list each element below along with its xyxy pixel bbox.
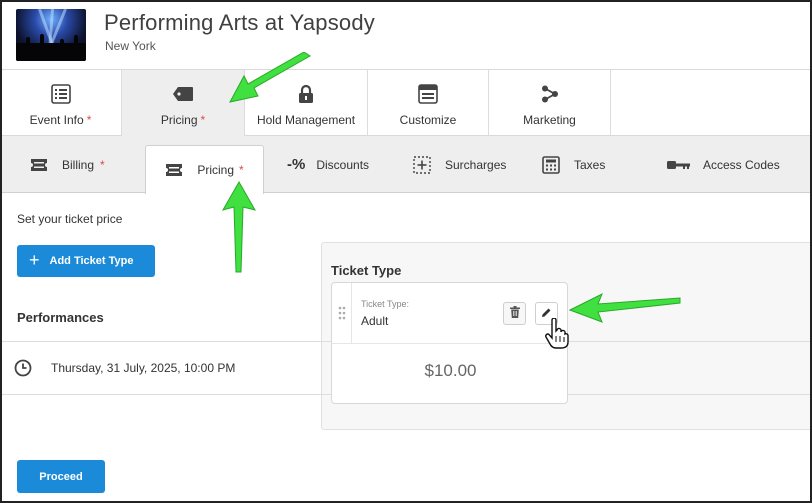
- performance-date: Thursday, 31 July, 2025, 10:00 PM: [51, 361, 236, 375]
- tab-hold-management-label: Hold Management: [256, 113, 356, 127]
- event-location: New York: [105, 39, 156, 53]
- subtab-access-codes[interactable]: Access Codes: [667, 136, 780, 193]
- ticket-icon: [30, 158, 48, 172]
- plus-icon: +: [29, 250, 40, 270]
- tab-customize-label: Customize: [399, 113, 457, 127]
- pricing-sub-tab-bar: Billing * Pricing * -% Discounts Surcharge…: [0, 136, 812, 194]
- list-icon: [50, 83, 71, 105]
- share-icon: [540, 83, 560, 105]
- add-ticket-type-label: Add Ticket Type: [49, 255, 134, 267]
- delete-ticket-button[interactable]: [503, 302, 526, 325]
- subtab-taxes[interactable]: Taxes: [542, 136, 605, 193]
- subtab-billing[interactable]: Billing *: [30, 136, 105, 193]
- calculator-icon: [542, 155, 560, 174]
- event-header: Performing Arts at Yapsody New York: [0, 0, 812, 70]
- tab-marketing[interactable]: Marketing: [489, 70, 611, 136]
- proceed-button[interactable]: Proceed: [17, 460, 105, 493]
- divider: [332, 343, 567, 344]
- tab-event-info[interactable]: Event Info *: [0, 70, 122, 136]
- add-ticket-type-button[interactable]: + Add Ticket Type: [17, 245, 155, 277]
- ticket-type-label: Ticket Type:: [361, 299, 410, 309]
- main-tab-bar: Event Info * Pricing * Hold Management Cus…: [0, 70, 812, 136]
- tab-marketing-label: Marketing: [523, 113, 576, 127]
- subtab-surcharges[interactable]: Surcharges: [413, 136, 506, 193]
- browser-window-icon: [418, 83, 438, 105]
- hand-cursor-icon: [545, 318, 569, 349]
- subtab-pricing-label: Pricing *: [197, 163, 244, 177]
- event-thumbnail-image: [16, 9, 86, 61]
- clock-icon: [14, 359, 32, 382]
- subtab-billing-label: Billing *: [62, 157, 105, 172]
- percent-icon: -%: [287, 156, 306, 173]
- tab-pricing-label: Pricing *: [160, 113, 206, 127]
- performances-heading: Performances: [17, 310, 104, 325]
- ticket-price: $10.00: [424, 361, 477, 380]
- subtab-discounts[interactable]: -% Discounts: [287, 136, 369, 193]
- ticket-type-card: Ticket Type: Adult $10.00: [331, 282, 568, 404]
- key-icon: [667, 159, 691, 171]
- price-tag-icon: [172, 83, 194, 105]
- annotation-arrow-icon: [568, 292, 681, 323]
- drag-handle-icon[interactable]: [332, 283, 352, 343]
- ticket-icon: [165, 163, 183, 177]
- annotation-arrow-icon: [221, 180, 257, 273]
- trash-icon: [509, 305, 520, 323]
- ticket-type-heading: Ticket Type: [331, 263, 402, 278]
- subtab-discounts-label: Discounts: [316, 157, 370, 172]
- tab-customize[interactable]: Customize: [368, 70, 489, 136]
- annotation-arrow-icon: [229, 52, 311, 103]
- plus-box-icon: [413, 155, 431, 174]
- event-title: Performing Arts at Yapsody: [104, 10, 375, 35]
- subtab-surcharges-label: Surcharges: [445, 157, 507, 172]
- ticket-type-value: Adult: [361, 314, 389, 328]
- ticket-price-instruction: Set your ticket price: [17, 212, 123, 226]
- subtab-access-codes-label: Access Codes: [703, 157, 780, 172]
- tab-event-info-label: Event Info *: [29, 113, 92, 127]
- subtab-taxes-label: Taxes: [574, 157, 606, 172]
